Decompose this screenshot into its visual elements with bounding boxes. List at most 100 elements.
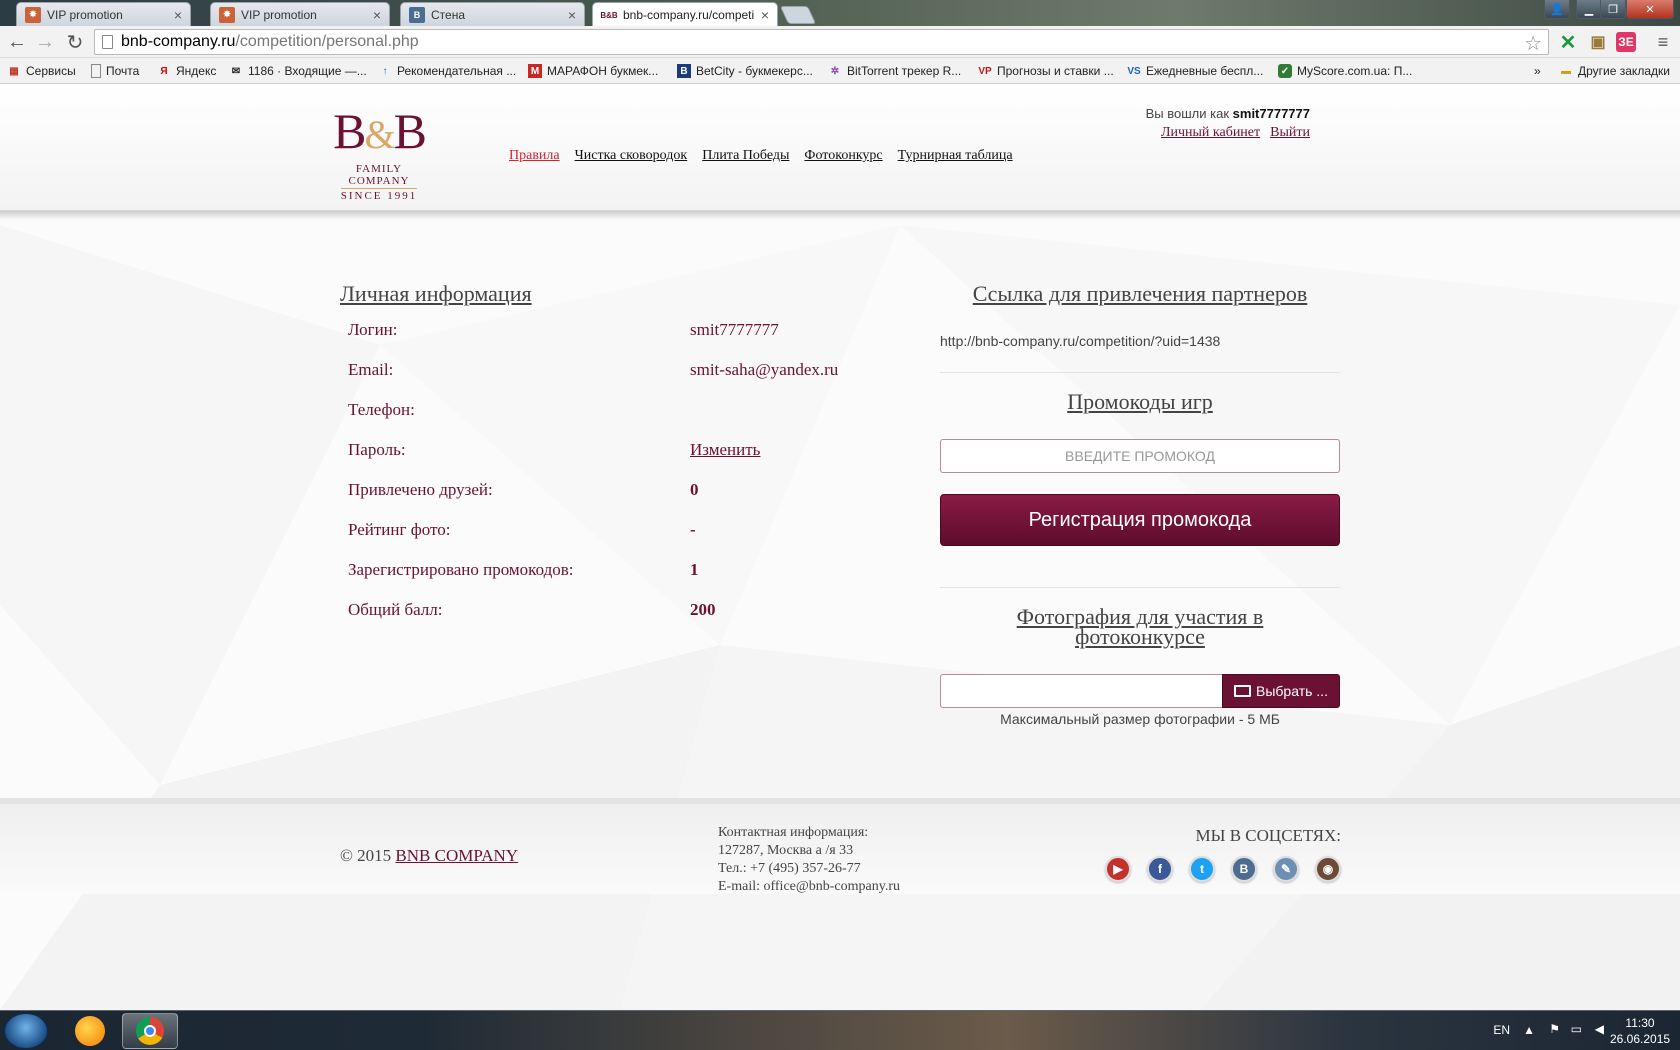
folder-icon: ▬ xyxy=(1561,65,1571,77)
taskbar-app-icon[interactable] xyxy=(62,1013,118,1049)
vp-icon: VP xyxy=(978,65,992,77)
browser-tab[interactable]: B Стена × xyxy=(400,2,585,26)
volume-icon[interactable]: ◀ xyxy=(1595,1022,1604,1036)
logout-link[interactable]: Выйти xyxy=(1270,125,1310,140)
info-row-email: Email: smit-saha@yandex.ru xyxy=(348,360,839,379)
reload-icon[interactable]: ↻ xyxy=(63,30,87,54)
referral-link[interactable]: http://bnb-company.ru/competition/?uid=1… xyxy=(940,333,1220,349)
info-row-photo-rating: Рейтинг фото: - xyxy=(348,520,696,539)
youtube-icon[interactable]: ▶ xyxy=(1105,856,1131,882)
bookmark-item[interactable]: Почта xyxy=(91,62,139,80)
info-row-total-score: Общий балл: 200 xyxy=(348,600,716,619)
vk-icon[interactable]: B xyxy=(1231,856,1257,882)
vip-favicon-icon: ✸ xyxy=(219,6,235,23)
vip-favicon-icon: ✸ xyxy=(25,6,41,23)
bookmark-item[interactable]: VS Ежедневные беспл... xyxy=(1127,62,1263,80)
tray-arrow-icon[interactable]: ▲ xyxy=(1523,1023,1535,1037)
bnb-logo[interactable]: B&B FAMILY COMPANY SINCE 1991 xyxy=(325,106,433,202)
info-row-friends: Привлечено друзей: 0 xyxy=(348,480,699,499)
bookmark-item[interactable]: ✉ 1186 · Входящие —... xyxy=(229,62,367,80)
promocodes-title: Промокоды игр xyxy=(1067,389,1213,414)
social-title: МЫ В СОЦСЕТЯХ: xyxy=(1195,826,1341,845)
yandex-icon: Я xyxy=(160,65,168,77)
forward-icon[interactable]: → xyxy=(33,30,57,54)
vk-favicon-icon: B xyxy=(409,6,425,23)
nav-victory-stove[interactable]: Плита Победы xyxy=(702,148,789,164)
other-bookmarks[interactable]: ▬ Другие закладки xyxy=(1559,62,1670,80)
company-link[interactable]: BNB COMPANY xyxy=(395,846,518,865)
vs-icon: VS xyxy=(1127,65,1141,77)
nav-photo-contest[interactable]: Фотоконкурс xyxy=(804,148,882,164)
register-promocode-button[interactable]: Регистрация промокода xyxy=(940,494,1340,546)
twitter-icon[interactable]: t xyxy=(1189,856,1215,882)
instagram-icon[interactable]: ◉ xyxy=(1315,856,1341,882)
header-divider xyxy=(0,211,1680,219)
browser-toolbar: ← → ↻ bnb-company.ru/competition/persona… xyxy=(0,26,1680,58)
main-nav: Правила Чистка сковородок Плита Победы Ф… xyxy=(509,148,1013,164)
extension-x-icon[interactable]: ✕ xyxy=(1558,32,1578,54)
apps-grid-icon: ▦ xyxy=(9,65,19,77)
language-indicator[interactable]: EN xyxy=(1493,1023,1510,1037)
page-icon xyxy=(102,35,113,49)
browser-tab[interactable]: ✸ VIP promotion × xyxy=(210,2,390,26)
bookmark-item[interactable]: ▦ Сервисы xyxy=(7,62,75,80)
windows-taskbar: EN ▲ ⚑ ▭ ◀ 11:30 26.06.2015 xyxy=(0,1010,1680,1050)
extension-monitor-icon[interactable]: ▣ xyxy=(1588,32,1608,52)
marathon-icon: M xyxy=(528,64,542,78)
maximize-icon[interactable]: ❐ xyxy=(1600,0,1626,19)
change-password-link[interactable]: Изменить xyxy=(690,440,760,460)
folder-open-icon xyxy=(1234,685,1252,697)
photo-file-input[interactable] xyxy=(940,674,1222,708)
bnb-favicon-icon: B&B xyxy=(600,10,618,20)
taskbar-chrome[interactable] xyxy=(122,1013,178,1049)
bookmarks-more[interactable]: » xyxy=(1534,62,1541,80)
info-row-phone: Телефон: xyxy=(348,400,415,419)
messenger-icon xyxy=(75,1016,105,1046)
browser-tabstrip: ✸ VIP promotion × ✸ VIP promotion × B Ст… xyxy=(0,0,1680,27)
minimize-icon[interactable]: ▁ xyxy=(1576,0,1602,19)
promocode-input[interactable]: ВВЕДИТЕ ПРОМОКОД xyxy=(940,439,1340,473)
choose-file-button[interactable]: Выбрать ... xyxy=(1222,674,1340,708)
divider xyxy=(940,372,1340,373)
browser-tab[interactable]: ✸ VIP promotion × xyxy=(16,2,191,26)
clock[interactable]: 11:30 26.06.2015 xyxy=(1610,1015,1670,1047)
new-tab-button[interactable] xyxy=(779,6,817,24)
extension-pink-icon[interactable]: ЗЕ xyxy=(1616,32,1636,52)
nav-rules[interactable]: Правила xyxy=(509,148,560,164)
close-tab-icon[interactable]: × xyxy=(174,7,182,23)
bookmark-item[interactable]: ✓ MyScore.com.ua: П... xyxy=(1278,62,1412,80)
bookmark-item[interactable]: Я Яндекс xyxy=(157,62,216,80)
personal-info-title: Личная информация xyxy=(340,281,532,306)
partners-link-title: Ссылка для привлечения партнеров xyxy=(972,281,1308,306)
bookmark-item[interactable]: VP Прогнозы и ставки ... xyxy=(978,62,1113,80)
site-footer: © 2015 BNB COMPANY Контактная информация… xyxy=(0,798,1680,894)
close-tab-icon[interactable]: × xyxy=(761,7,769,23)
network-icon[interactable]: ▭ xyxy=(1571,1022,1582,1036)
bookmark-star-icon[interactable]: ☆ xyxy=(1524,31,1542,56)
bookmark-item[interactable]: ↑ Рекомендательная ... xyxy=(378,62,517,80)
info-row-promocodes: Зарегистрировано промокодов: 1 xyxy=(348,560,699,579)
site-header: B&B FAMILY COMPANY SINCE 1991 Правила Чи… xyxy=(0,85,1680,211)
user-profile-icon[interactable]: 👤 xyxy=(1544,0,1570,19)
bookmark-item[interactable]: ✲ BitTorrent трекер R... xyxy=(828,62,961,80)
flag-icon[interactable]: ⚑ xyxy=(1549,1022,1560,1036)
menu-icon[interactable]: ≡ xyxy=(1653,32,1673,52)
livejournal-icon[interactable]: ✎ xyxy=(1273,856,1299,882)
copyright: © 2015 BNB COMPANY xyxy=(340,846,519,865)
facebook-icon[interactable]: f xyxy=(1147,856,1173,882)
nav-pan-cleaning[interactable]: Чистка сковородок xyxy=(575,148,688,164)
close-window-icon[interactable]: ✕ xyxy=(1626,0,1674,19)
username: smit7777777 xyxy=(1232,106,1310,121)
start-button[interactable] xyxy=(4,1013,48,1049)
close-tab-icon[interactable]: × xyxy=(568,7,576,23)
back-icon[interactable]: ← xyxy=(5,30,29,54)
divider xyxy=(940,587,1340,588)
chrome-icon xyxy=(136,1017,164,1045)
browser-tab-active[interactable]: B&B bnb-company.ru/competi × xyxy=(592,2,778,27)
address-bar[interactable]: bnb-company.ru/competition/personal.php … xyxy=(94,29,1549,55)
close-tab-icon[interactable]: × xyxy=(373,7,381,23)
bookmark-item[interactable]: B BetCity - букмекерс... xyxy=(677,62,813,80)
cabinet-link[interactable]: Личный кабинет xyxy=(1161,125,1260,140)
bookmark-item[interactable]: M МАРАФОН букмек... xyxy=(528,62,658,80)
nav-leaderboard[interactable]: Турнирная таблица xyxy=(898,148,1013,164)
